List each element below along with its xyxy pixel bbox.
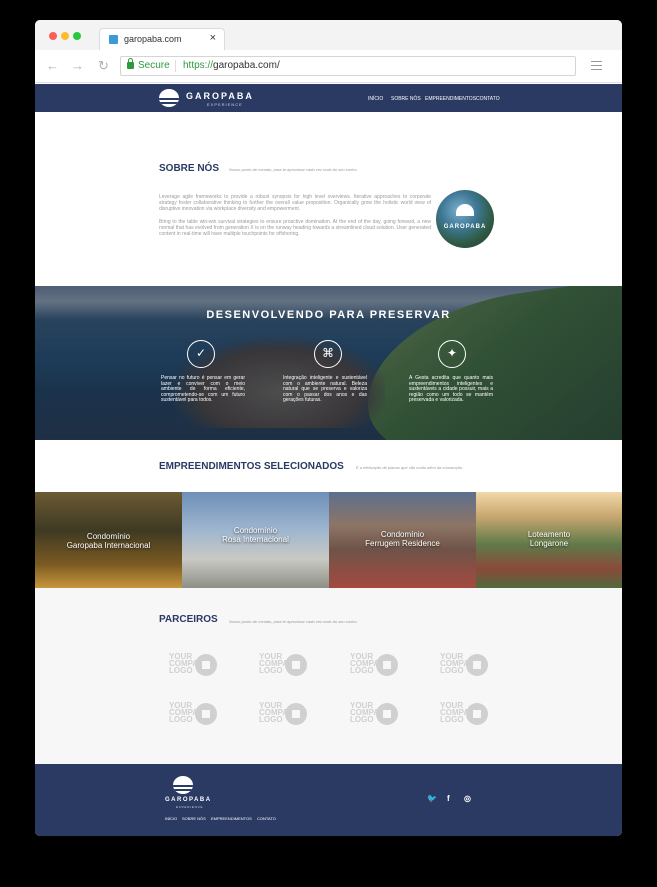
garopaba-badge-image: GAROPABA [436,190,494,248]
forward-arrow-icon[interactable]: → [71,58,84,73]
projects-title: EMPREENDIMENTOS SELECIONADOS [159,461,344,472]
sunrise-logo-icon[interactable] [159,89,179,107]
address-bar-row: ← → ↻ Secure https://garopaba.com/ [35,50,622,83]
back-arrow-icon[interactable]: ← [46,58,59,73]
instagram-icon[interactable]: ◎ [464,794,471,803]
footer-link-sobre-nos[interactable]: SOBRE NÓS [182,816,206,821]
partner-logo: YOUR COMPANY LOGO [350,653,400,677]
project-type: Loteamento [527,530,571,539]
nav-link-contato[interactable]: CONTATO [476,96,500,102]
nav-link-inicio[interactable]: INÍCIO [368,96,383,102]
browser-window: garopaba.com × ← → ↻ Secure https://garo… [35,20,622,836]
project-card-longarone[interactable]: Loteamento Longarone [476,492,622,588]
footer-link-empreendimentos[interactable]: EMPREENDIMENTOS [211,816,252,821]
map-icon: ⌘ [314,340,342,368]
project-label: Loteamento Longarone [476,530,622,548]
partner-logo: YOUR COMPANY LOGO [350,702,400,726]
sunrise-logo-icon[interactable] [173,776,193,794]
feature-text-3: A Gesta acredita que quanto mais empreen… [409,375,493,403]
project-name: Ferrugem Residence [365,539,440,548]
url-divider [175,60,176,72]
project-label: Condomínio Ferrugem Residence [329,530,476,548]
compass-icon: ✦ [438,340,466,368]
partner-logo: YOUR COMPANY LOGO [169,702,219,726]
maximize-window-button[interactable] [73,32,81,40]
project-type: Condomínio [233,526,278,535]
partner-logo: YOUR COMPANY LOGO [440,653,490,677]
project-card-ferrugem-residence[interactable]: Condomínio Ferrugem Residence [329,492,476,588]
partners-title: PARCEIROS [159,614,218,625]
about-subtitle: Nosso ponto de contato, para te aproxima… [229,167,358,172]
feature-text-2: Integração inteligente e sustentável com… [283,375,367,403]
url-text: https://garopaba.com/ [183,60,280,71]
projects-subtitle: É a efetivação de planos que vão muito a… [356,465,464,470]
url-field[interactable]: Secure https://garopaba.com/ [120,56,576,76]
project-type: Condomínio [86,532,131,541]
tab-close-icon[interactable]: × [210,32,216,44]
partners-subtitle: Nosso ponto de contato, para te aproxima… [229,619,358,624]
reload-icon[interactable]: ↻ [98,58,109,74]
favicon-icon [109,35,118,44]
project-label: Condomínio Garopaba Internacional [35,532,182,550]
badge-wordmark: GAROPABA [443,224,487,230]
site-footer: GAROPABA EXPERIENCE INÍCIO SOBRE NÓS EMP… [35,764,622,836]
project-name: Longarone [529,539,569,548]
hero-title: DESENVOLVENDO PARA PRESERVAR [206,309,451,321]
logo-tagline: EXPERIENCE [207,102,243,107]
tab-bar: garopaba.com × [35,20,622,50]
project-card-rosa-internacional[interactable]: Condomínio Rosa Internacional [182,492,329,588]
partner-logo: YOUR COMPANY LOGO [169,653,219,677]
logo-wordmark[interactable]: GAROPABA [186,91,254,101]
feature-text-1: Pensar no futuro é pensar em gerar lazer… [161,375,245,403]
partners-section: PARCEIROS Nosso ponto de contato, para t… [35,588,622,764]
project-type: Condomínio [380,530,425,539]
project-name: Rosa Internacional [222,535,289,544]
check-circle-icon: ✓ [187,340,215,368]
hero-banner: DESENVOLVENDO PARA PRESERVAR ✓ Pensar no… [35,286,622,440]
close-window-button[interactable] [49,32,57,40]
minimize-window-button[interactable] [61,32,69,40]
footer-logo-tagline: EXPERIENCE [176,805,204,809]
twitter-icon[interactable]: 🐦 [427,794,437,803]
project-label: Condomínio Rosa Internacional [182,526,329,544]
partner-logo: YOUR COMPANY LOGO [440,702,490,726]
about-title: SOBRE NÓS [159,163,220,174]
footer-link-inicio[interactable]: INÍCIO [165,816,177,821]
about-paragraph-1: Leverage agile frameworks to provide a r… [159,194,431,212]
about-paragraph-2: Bring to the table win-win survival stra… [159,219,431,237]
footer-link-contato[interactable]: CONTATO [257,816,276,821]
secure-label: Secure [138,60,170,71]
url-scheme: https:// [183,60,214,71]
url-host: garopaba.com/ [213,60,280,71]
browser-tab[interactable]: garopaba.com × [99,28,225,50]
partner-logo: YOUR COMPANY LOGO [259,702,309,726]
tab-title: garopaba.com [124,34,182,44]
partner-logo: YOUR COMPANY LOGO [259,653,309,677]
nav-link-sobre-nos[interactable]: SOBRE NÓS [391,96,421,102]
web-page: GAROPABA EXPERIENCE INÍCIO SOBRE NÓS EMP… [35,84,622,836]
nav-link-empreendimentos[interactable]: EMPREENDIMENTOS [425,96,476,102]
hamburger-menu-icon[interactable] [591,61,602,73]
site-header: GAROPABA EXPERIENCE INÍCIO SOBRE NÓS EMP… [35,84,622,112]
sunrise-logo-icon [456,204,474,216]
facebook-icon[interactable]: f [447,794,450,803]
footer-logo-wordmark[interactable]: GAROPABA [165,797,212,803]
project-card-garopaba-internacional[interactable]: Condomínio Garopaba Internacional [35,492,182,588]
lock-icon [127,58,134,69]
project-name: Garopaba Internacional [66,541,151,550]
